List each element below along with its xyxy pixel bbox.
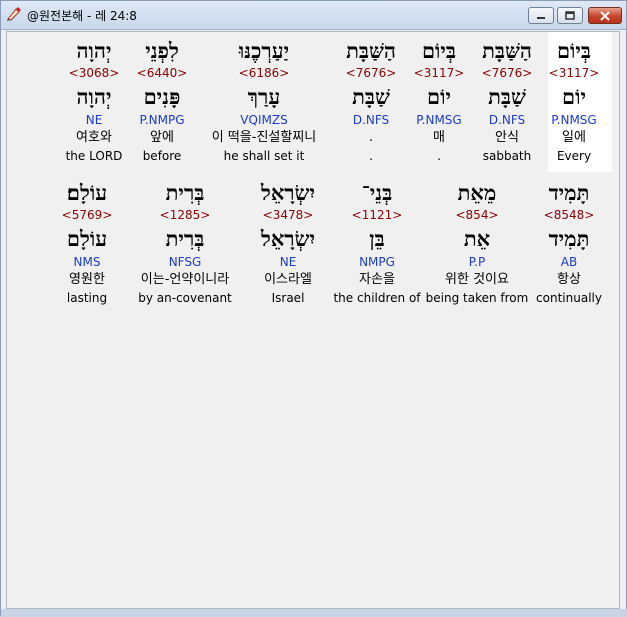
hebrew-lemma: יְהוָה bbox=[76, 84, 112, 109]
english-gloss: lasting bbox=[66, 291, 108, 305]
korean-gloss: 앞에 bbox=[150, 130, 174, 145]
strong-number[interactable]: <854> bbox=[455, 208, 498, 222]
strong-number[interactable]: <7676> bbox=[482, 66, 533, 80]
hebrew-lemma: יוֹם bbox=[562, 84, 586, 109]
hebrew-word[interactable]: יִשְׂרָאֵל bbox=[261, 180, 315, 206]
strong-number[interactable]: <6440> bbox=[137, 66, 188, 80]
hebrew-lemma: בְּרִית bbox=[165, 226, 205, 251]
morphology-code: NE bbox=[85, 113, 103, 127]
hebrew-lemma: שַׁבָּת bbox=[352, 84, 390, 109]
hebrew-word[interactable]: תָּמִיד bbox=[549, 180, 590, 206]
morphology-code: P.P bbox=[468, 255, 486, 269]
english-gloss: Every bbox=[556, 149, 592, 163]
maximize-button[interactable] bbox=[557, 7, 583, 24]
morphology-code: P.NMSG bbox=[551, 113, 597, 127]
korean-gloss: 위한 것이요 bbox=[445, 272, 509, 287]
hebrew-word[interactable]: הַשַּׁבָּת bbox=[482, 38, 532, 64]
minimize-button[interactable] bbox=[528, 7, 554, 24]
english-gloss: Israel bbox=[271, 291, 305, 305]
hebrew-word[interactable]: בְּרִית bbox=[166, 180, 205, 206]
korean-gloss: 자손을 bbox=[359, 272, 395, 287]
morphology-code: NMS bbox=[73, 255, 101, 269]
hebrew-lemma: אֵת bbox=[463, 226, 491, 251]
app-icon bbox=[7, 7, 21, 21]
hebrew-lemma: יוֹם bbox=[427, 84, 451, 109]
app-window: @원전본해 - 레 24:8 בְּיוֹם <3117> יוֹם P.NMS… bbox=[0, 0, 627, 617]
morphology-code: VQIMZS bbox=[240, 113, 288, 127]
strong-number[interactable]: <8548> bbox=[544, 208, 595, 222]
hebrew-word[interactable]: יַעַרְכֶנּוּ bbox=[239, 38, 289, 64]
hebrew-word[interactable]: לִפְנֵי bbox=[145, 38, 179, 64]
english-gloss: he shall set it bbox=[223, 149, 305, 163]
strong-number[interactable]: <6186> bbox=[239, 66, 290, 80]
korean-gloss: 여호와 bbox=[76, 130, 112, 145]
morphology-code: NMPG bbox=[359, 255, 395, 269]
hebrew-word[interactable]: יְהוָה bbox=[76, 38, 111, 64]
interlinear-view[interactable]: בְּיוֹם <3117> יוֹם P.NMSG 일에 Every הַשַ… bbox=[6, 31, 620, 609]
morphology-code: NFSG bbox=[168, 255, 202, 269]
korean-gloss: 이스라엘 bbox=[264, 272, 312, 287]
english-gloss: the children of bbox=[333, 291, 421, 305]
english-gloss: continually bbox=[536, 291, 602, 305]
hebrew-word[interactable]: הַשַּׁבָּת bbox=[346, 38, 396, 64]
strong-number[interactable]: <3117> bbox=[414, 66, 465, 80]
strong-number[interactable]: <3478> bbox=[263, 208, 314, 222]
window-title: @원전본해 - 레 24:8 bbox=[27, 9, 137, 23]
title-bar[interactable]: @원전본해 - 레 24:8 bbox=[1, 1, 626, 30]
morphology-code: D.NFS bbox=[352, 113, 390, 127]
english-gloss: before bbox=[142, 149, 182, 163]
korean-gloss: 매 bbox=[433, 130, 445, 145]
strong-number[interactable]: <1121> bbox=[352, 208, 403, 222]
hebrew-word[interactable]: בְּנֵי־ bbox=[362, 180, 393, 206]
hebrew-lemma: תָּמִיד bbox=[548, 226, 590, 251]
close-button[interactable] bbox=[588, 7, 622, 24]
strong-number[interactable]: <3117> bbox=[549, 66, 600, 80]
english-gloss: . bbox=[437, 149, 441, 163]
maximize-icon bbox=[565, 10, 575, 20]
english-gloss: . bbox=[369, 149, 373, 163]
morphology-code: P.NMSG bbox=[416, 113, 462, 127]
morphology-code: P.NMPG bbox=[139, 113, 185, 127]
hebrew-word[interactable]: בְּיוֹם bbox=[422, 38, 456, 64]
english-gloss: being taken from bbox=[425, 291, 529, 305]
korean-gloss: 이는-언약이니라 bbox=[140, 272, 230, 287]
hebrew-word[interactable]: מֵאֵת bbox=[458, 180, 497, 206]
strong-number[interactable]: <3068> bbox=[69, 66, 120, 80]
morphology-code: D.NFS bbox=[488, 113, 526, 127]
english-gloss: the LORD bbox=[65, 149, 123, 163]
morphology-code: AB bbox=[560, 255, 578, 269]
close-icon bbox=[600, 10, 610, 21]
korean-gloss: 항상 bbox=[557, 272, 581, 287]
hebrew-lemma: בֵּן bbox=[369, 226, 385, 251]
hebrew-lemma: עָרַךְ bbox=[247, 84, 281, 109]
hebrew-word[interactable]: בְּיוֹם bbox=[557, 38, 591, 64]
hebrew-lemma: פָּנִים bbox=[143, 84, 181, 109]
korean-gloss: 일에 bbox=[562, 130, 586, 145]
hebrew-lemma: עוֹלָם bbox=[66, 226, 108, 251]
korean-gloss: 영원한 bbox=[69, 272, 105, 287]
morphology-code: NE bbox=[279, 255, 297, 269]
korean-gloss: 안식 bbox=[495, 130, 519, 145]
hebrew-lemma: יִשְׂרָאֵל bbox=[261, 226, 315, 251]
strong-number[interactable]: <7676> bbox=[346, 66, 397, 80]
english-gloss: by an-covenant bbox=[138, 291, 232, 305]
hebrew-lemma: שַׁבָּת bbox=[488, 84, 526, 109]
minimize-icon bbox=[537, 16, 545, 19]
korean-gloss: . bbox=[368, 130, 374, 145]
strong-number[interactable]: <1285> bbox=[160, 208, 211, 222]
english-gloss: sabbath bbox=[482, 149, 532, 163]
korean-gloss: 이 떡을-진설할찌니 bbox=[211, 130, 317, 145]
strong-number[interactable]: <5769> bbox=[62, 208, 113, 222]
hebrew-word[interactable]: עוֹלָם׃ bbox=[67, 180, 107, 206]
